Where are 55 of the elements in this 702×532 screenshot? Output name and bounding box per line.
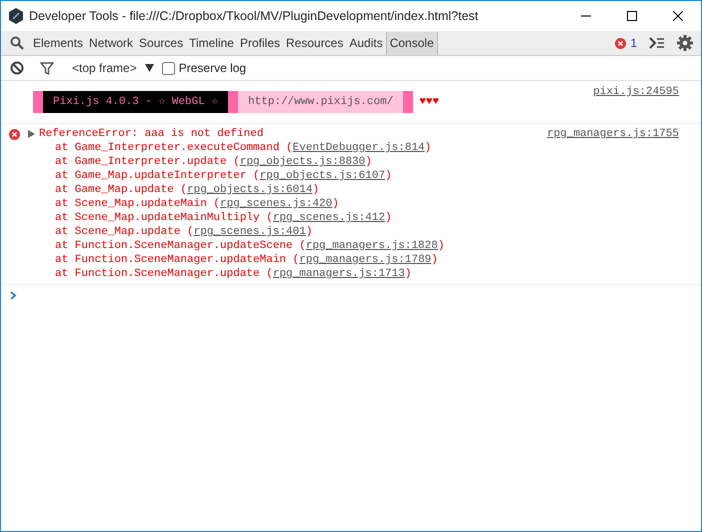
source-link[interactable]: rpg_scenes.js:401 [194,226,306,238]
source-link[interactable]: rpg_objects.js:8830 [240,156,366,168]
window-title: Developer Tools - file:///C:/Dropbox/Tkool/MV/PluginDevelopment/index.html?test [29,8,480,25]
source-link[interactable]: rpg_managers.js:1828 [306,240,438,252]
filter-icon[interactable] [40,62,54,74]
source-link[interactable]: rpg_managers.js:1789 [299,254,432,266]
stack-trace-line: at Scene_Map.updateMain (rpg_scenes.js:420) [54,197,340,211]
dropdown-icon[interactable] [144,64,154,72]
stack-trace-line: at Game_Interpreter.executeCommand (EventDebugger.js:814) [54,141,432,155]
hearts: ♥♥♥ [419,95,440,110]
banner-stripe [33,91,43,113]
stack-trace-line: at Game_Map.updateInterpreter (rpg_objects.js:6107) [54,169,393,183]
banner-label: http://www.pixijs.com/ [238,91,404,113]
devtools-tab[interactable]: Timeline [186,32,237,54]
devtools-tab[interactable]: Console [386,32,438,54]
close-icon[interactable] [673,11,683,21]
stack-trace-line: at Scene_Map.update (rpg_scenes.js:401) [54,225,314,239]
stack-trace-line: at Function.SceneManager.updateMain (rpg_managers.js:1789) [54,253,439,267]
banner-stripe [228,91,238,113]
source-link[interactable]: rpg_managers.js:1713 [272,268,405,280]
devtools-tab[interactable]: Elements [30,32,86,54]
settings-icon[interactable] [677,35,693,51]
devtools-tab[interactable]: Sources [136,32,186,54]
maximize-icon[interactable] [627,11,637,21]
preserve-log-label: Preserve log [178,60,246,77]
devtools-tab[interactable]: Network [86,32,136,54]
stack-trace-line: at Function.SceneManager.update (rpg_managers.js:1713) [54,267,412,281]
stack-trace-line: at Game_Interpreter.update (rpg_objects.js:8830) [54,155,373,169]
prompt-icon [10,291,17,300]
stack-trace-line: at Game_Map.update (rpg_objects.js:6014) [54,183,320,197]
banner-stripe [403,91,414,113]
error-message: ReferenceError: aaa is not defined [39,127,264,141]
devtools-tab[interactable]: Resources [283,32,346,54]
source-link[interactable]: EventDebugger.js:814 [292,142,425,154]
source-link[interactable]: rpg_objects.js:6107 [260,170,386,182]
clear-icon[interactable] [10,61,24,75]
source-link[interactable]: rpg_scenes.js:420 [220,198,332,210]
error-icon [615,38,626,48]
collapsed-arrow-icon[interactable] [28,130,35,138]
stack-trace-line: at Function.SceneManager.updateScene (rpg_managers.js:1828) [54,239,446,253]
source-link[interactable]: pixi.js:24595 [593,85,679,99]
devtools-tab[interactable]: Profiles [236,32,283,54]
preserve-log-checkbox[interactable] [162,62,175,74]
context-selector[interactable]: <top frame> [72,59,137,77]
drawer-icon[interactable] [649,37,665,49]
source-link[interactable]: rpg_managers.js:1755 [546,127,679,141]
source-link[interactable]: rpg_objects.js:6014 [187,184,312,196]
error-counter[interactable]: 1 [615,34,637,52]
source-link[interactable]: rpg_scenes.js:412 [272,212,386,224]
stack-trace-line: at Scene_Map.updateMainMultiply (rpg_scenes.js:412) [54,211,393,225]
search-icon[interactable] [10,36,24,50]
banner-label: Pixi.js 4.0.3 - ☆ WebGL ☆ [43,91,228,113]
error-icon [9,129,20,140]
app-icon [9,8,23,24]
devtools-tab[interactable]: Audits [346,32,386,54]
